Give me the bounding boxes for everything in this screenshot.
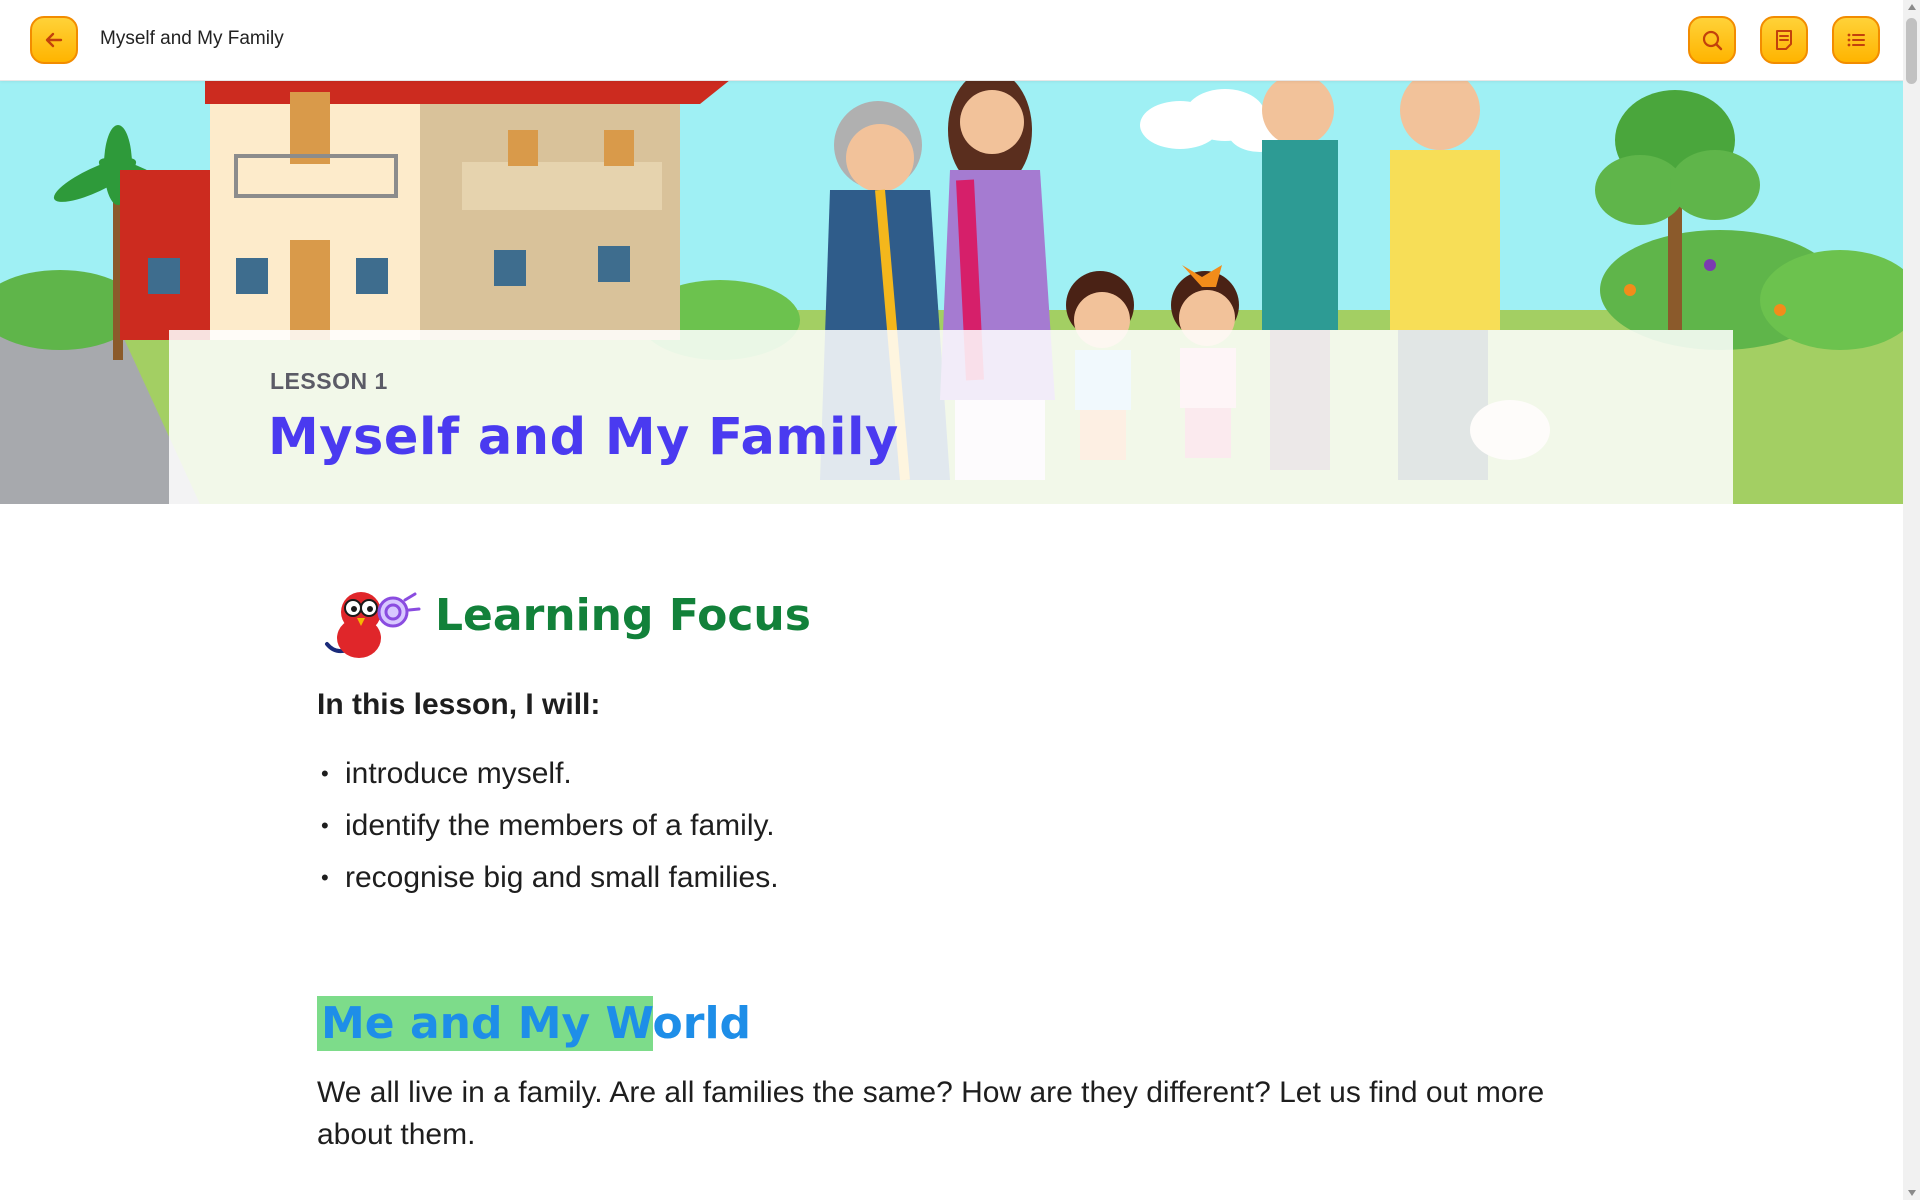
scroll-thumb[interactable] [1906,18,1917,84]
list-icon [1847,33,1865,47]
bullet-icon: • [321,813,329,838]
heading-rest: orld [652,998,752,1049]
learning-focus-title: Learning Focus [435,590,811,641]
objective-text: introduce myself. [345,757,572,790]
section-paragraph: We all live in a family. Are all familie… [317,1076,1545,1151]
notes-button[interactable] [1760,16,1808,64]
lesson-header-card: LESSON 1 Myself and My Family [169,330,1733,504]
lesson-intro: In this lesson, I will: [317,688,601,721]
objective-text: identify the members of a family. [345,809,775,842]
bullet-icon: • [321,761,329,786]
list-item: • recognise big and small families. [317,852,779,904]
app-title: Myself and My Family [100,28,284,49]
scroll-up-icon[interactable] [1908,4,1916,10]
top-bar: Myself and My Family [0,0,1903,81]
lesson-label: LESSON 1 [270,368,388,394]
arrow-left-icon [45,32,63,48]
hero-banner: LESSON 1 Myself and My Family [0,80,1903,504]
back-button[interactable] [30,16,78,64]
list-item: • introduce myself. [317,748,779,800]
scroll-down-icon[interactable] [1908,1190,1916,1196]
search-icon [1702,30,1723,51]
notes-icon [1776,30,1792,50]
objectives-list: • introduce myself. • identify the members… [317,748,779,904]
section-heading: Me and My World [317,996,752,1054]
page-scrollbar[interactable] [1903,0,1920,1200]
objective-text: recognise big and small families. [345,861,779,894]
mascot-icon [325,592,421,658]
list-item: • identify the members of a family. [317,800,779,852]
learning-focus-heading: Learning Focus [317,570,1017,660]
highlighted-text[interactable]: Me and My W [317,996,653,1051]
search-button[interactable] [1688,16,1736,64]
lesson-title: Myself and My Family [268,408,899,467]
table-of-contents-button[interactable] [1832,16,1880,64]
bullet-icon: • [321,865,329,890]
